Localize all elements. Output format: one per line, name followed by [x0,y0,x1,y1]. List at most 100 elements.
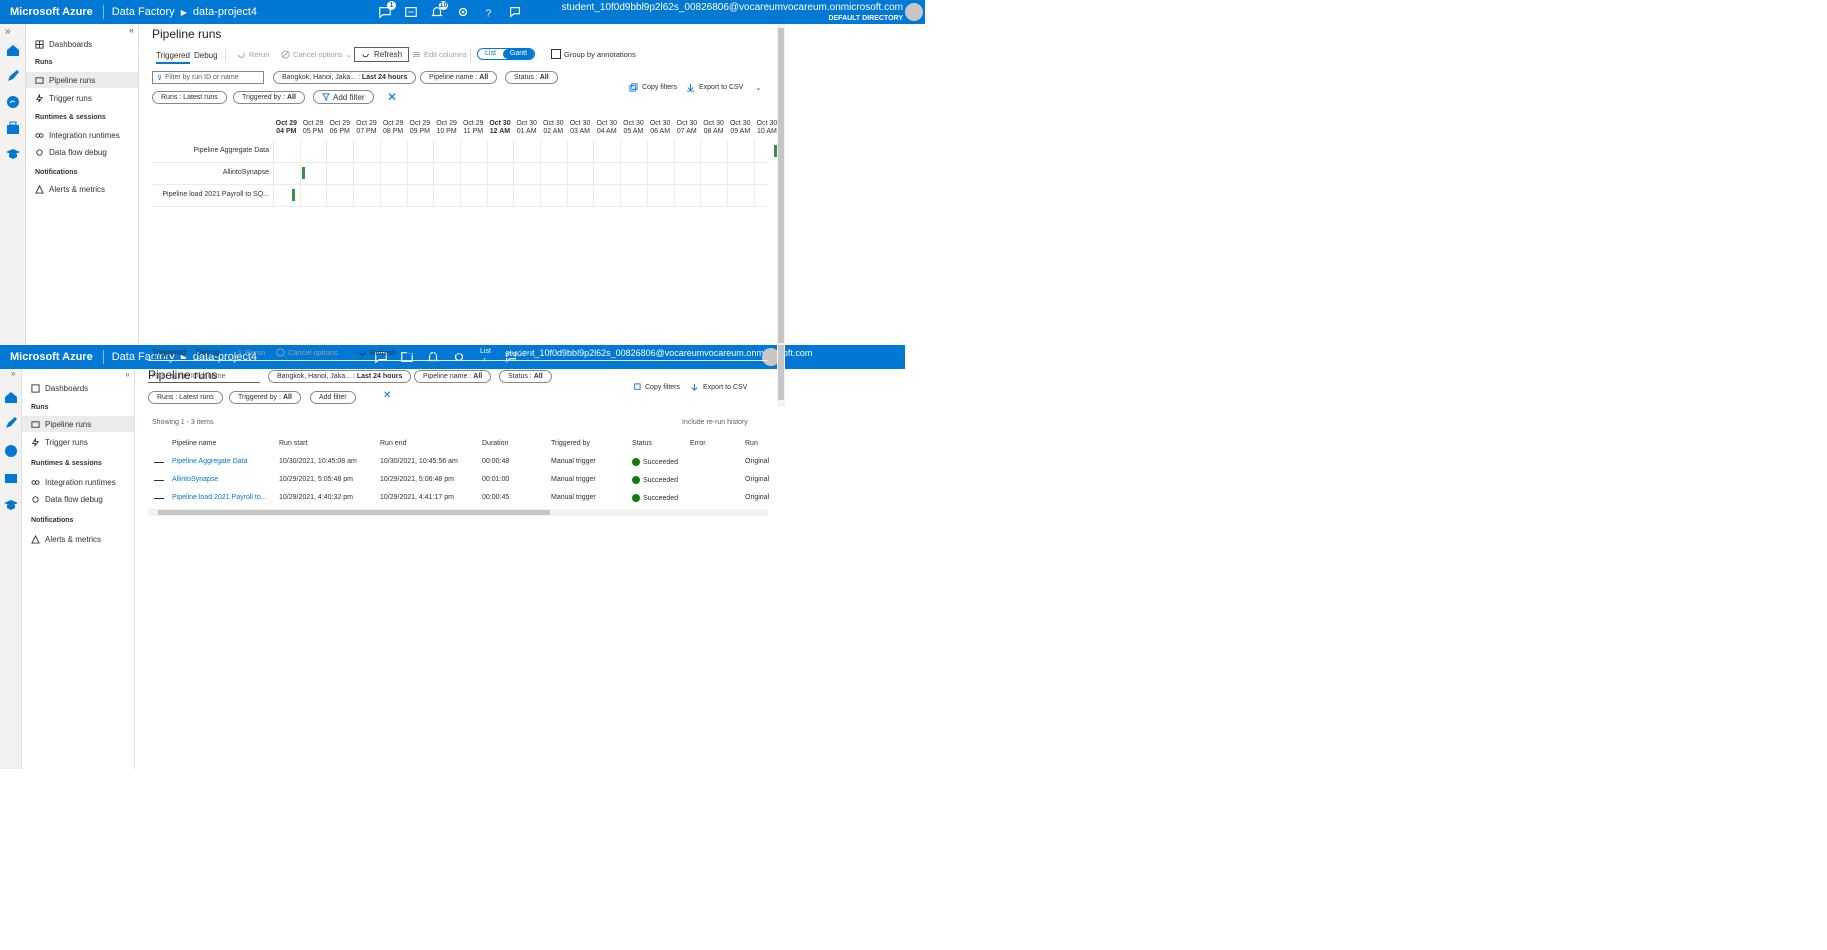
sidebar-item-trigger-runs[interactable]: Trigger runs [22,434,134,450]
runs-filter[interactable]: Runs : Latest runs [152,91,227,104]
brand-label[interactable]: Microsoft Azure [0,5,104,19]
tab-triggered[interactable]: Triggered [152,348,186,361]
page-scrollbar[interactable] [777,345,785,407]
clear-filters-icon[interactable]: ✕ [387,90,397,104]
rerun-history-toggle[interactable]: Include re-run history [682,419,748,426]
sidebar-item-alerts-metrics[interactable]: Alerts & metrics [26,181,138,197]
sidebar-item-dashboards[interactable]: Dashboards [26,36,138,52]
author-pencil-icon[interactable] [5,68,21,84]
feedback-icon[interactable]: 1 [376,1,396,21]
gantt-header-time: 04 PM [276,128,297,135]
user-info[interactable]: student_10f0d9bbl9p2l62s_00826806@vocare… [505,348,812,359]
view-toggle[interactable]: List Gantt [472,346,531,358]
user-info[interactable]: student_10f0d9bbl9p2l62s_00826806@vocare… [562,2,903,24]
copy-filters-button[interactable]: Copy filters [632,383,680,392]
learning-cap-icon[interactable] [5,146,21,162]
search-input[interactable]: ⊽ Filter by run ID or name [152,71,264,84]
group-by-annotations-label: Group by annotations [564,49,636,59]
horizontal-scrollbar[interactable] [148,509,768,516]
clear-filters-icon[interactable]: ✕ [383,390,391,401]
switch-icon[interactable] [402,3,420,21]
sidebar-item-pipeline-runs[interactable]: Pipeline runs [26,72,138,88]
tab-triggered[interactable]: Triggered [156,51,190,64]
cancel-options-button[interactable]: Cancel options ⌄ [281,50,352,59]
edit-columns-button[interactable]: Edit columns [406,348,461,357]
rerun-button[interactable]: Rerun [233,348,265,357]
scrollbar-thumb[interactable] [158,510,550,515]
export-csv-button[interactable]: Export to CSV [690,383,747,392]
triggered-by-filter[interactable]: Triggered by : All [229,391,301,404]
gantt-run-bar[interactable] [302,167,306,179]
gantt-run-bar[interactable] [291,189,295,201]
home-icon[interactable] [5,42,21,58]
avatar[interactable] [905,3,923,21]
monitor-icon[interactable] [5,94,21,110]
view-toggle[interactable]: List Gantt [477,48,536,60]
pipeline-name-filter[interactable]: Pipeline name : All [420,71,498,84]
gantt-gridline [513,140,515,207]
feedback-smile-icon[interactable] [506,3,524,21]
sidebar-item-integration-runtimes[interactable]: Integration runtimes [26,127,138,143]
status-filter[interactable]: Status : All [505,71,558,84]
breadcrumb-data-factory[interactable]: Data Factory [104,5,175,19]
add-filter-label: Add filter [333,92,365,102]
sidebar-item-pipeline-runs[interactable]: Pipeline runs [22,416,134,432]
copy-filters-button[interactable]: Copy filters [629,83,677,92]
home-icon[interactable] [3,389,19,405]
breadcrumb-factory-name[interactable]: data-project4 [193,6,257,18]
expand-icon[interactable]: » [5,26,21,42]
export-csv-button[interactable]: Export to CSV ⌄ [686,83,761,92]
collapse-icon[interactable]: « [129,25,134,35]
gantt-row-divider [152,162,767,163]
gantt-header-date: Oct 29 [329,120,351,127]
sidebar-item-data-flow-debug[interactable]: Data flow debug [22,491,134,507]
gantt-gridline [326,140,328,207]
status-filter-value: All [539,74,549,81]
add-filter-button[interactable]: Add filter [313,90,374,104]
rerun-button[interactable]: Rerun [237,50,269,59]
time-range-filter[interactable]: Bangkok, Hanoi, Jaka... : Last 24 hours [268,370,412,383]
sidebar-item-dashboards[interactable]: Dashboards [22,380,134,396]
edit-columns-button[interactable]: Edit columns [412,50,467,59]
copy-icon [634,383,641,390]
tab-debug[interactable]: Debug [194,51,218,60]
gantt-column-header: Oct 29 05 PM [299,120,327,136]
view-gantt-option[interactable]: Gantt [502,49,535,59]
learning-cap-icon[interactable] [3,497,19,513]
view-list-option[interactable]: List [473,347,498,357]
time-range-filter[interactable]: Bangkok, Hanoi, Jaka... : Last 24 hours [273,71,417,84]
group-by-annotations-checkbox[interactable]: Group by annotations [551,49,636,59]
view-gantt-option[interactable]: Gantt [498,347,529,357]
triggered-by-filter[interactable]: Triggered by : All [233,91,305,104]
vertical-scrollbar[interactable] [777,24,785,345]
sidebar-item-data-flow-debug[interactable]: Data flow debug [26,144,138,160]
gear-icon[interactable] [454,3,472,21]
runs-filter[interactable]: Runs : Latest runs [148,391,223,404]
sidebar-item-alerts-metrics[interactable]: Alerts & metrics [22,531,134,547]
author-pencil-icon[interactable] [3,415,19,431]
notifications-icon[interactable]: 10 [428,1,448,21]
manage-toolbox-icon[interactable] [3,469,19,485]
refresh-button[interactable]: Refresh [354,47,410,62]
tab-debug[interactable]: Debug [196,348,220,357]
cancel-options-button[interactable]: Cancel options [276,348,338,357]
collapse-icon[interactable]: « [126,370,130,379]
scrollbar-thumb[interactable] [778,28,784,343]
chevron-down-icon[interactable]: ⌄ [755,84,761,92]
view-list-option[interactable]: List [478,49,503,59]
sidebar-item-trigger-runs[interactable]: Trigger runs [26,90,138,106]
refresh-button[interactable]: Refresh [358,348,396,357]
status-filter[interactable]: Status : All [499,370,552,383]
monitor-icon[interactable] [3,443,19,459]
help-icon[interactable]: ? [480,3,498,21]
search-input[interactable]: Filter by run ID or name [148,370,260,383]
brand-label[interactable]: Microsoft Azure [0,350,104,364]
gantt-column-header: Oct 30 07 AM [673,120,701,136]
status-filter-value: All [533,373,543,380]
page-scrollbar-thumb[interactable] [778,345,784,400]
manage-toolbox-icon[interactable] [5,120,21,136]
svg-text:?: ? [486,7,492,19]
sidebar-item-integration-runtimes[interactable]: Integration runtimes [22,474,134,490]
pipeline-name-filter[interactable]: Pipeline name : All [414,370,492,383]
add-filter-button[interactable]: Add filter [310,391,356,404]
